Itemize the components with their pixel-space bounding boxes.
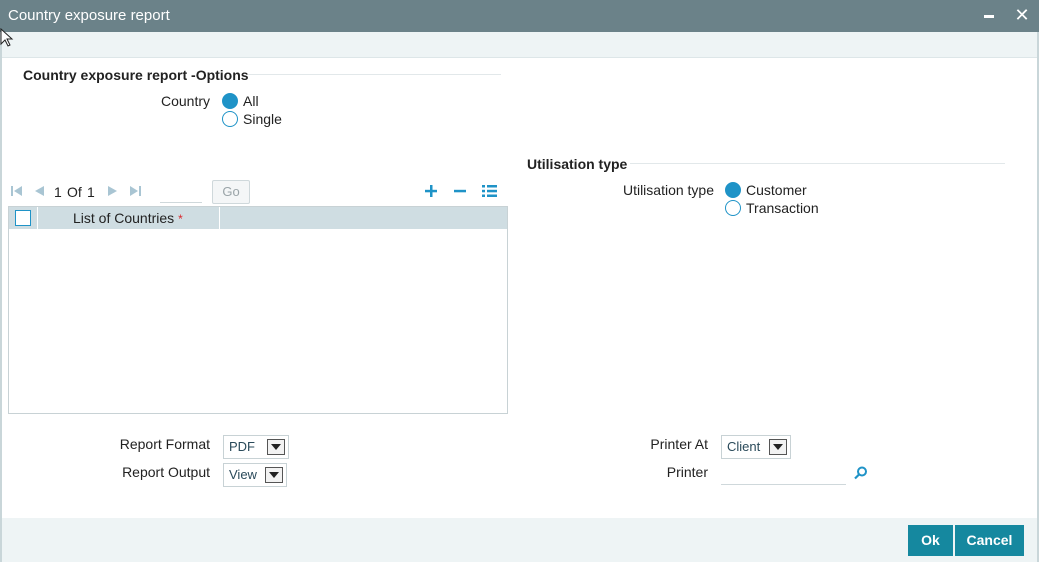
title-bar: Country exposure report ✕ (0, 0, 1039, 32)
previous-page-icon[interactable] (33, 185, 45, 200)
search-icon[interactable] (854, 466, 868, 480)
list-of-countries-label: List of Countries (73, 210, 175, 226)
printer-label: Printer (666, 464, 708, 480)
printer-at-label: Printer At (650, 436, 708, 452)
report-format-label: Report Format (119, 436, 210, 452)
toolbar-strip (0, 32, 1039, 58)
printer-at-select[interactable]: Client (721, 435, 791, 459)
printer-input[interactable] (721, 464, 846, 485)
close-button[interactable]: ✕ (1013, 5, 1031, 25)
pager-current: 1 (54, 184, 62, 200)
report-format-select[interactable]: PDF (223, 435, 289, 459)
utilisation-section-divider (630, 163, 1005, 164)
go-button[interactable]: Go (212, 180, 250, 204)
pager-of-label: Of (67, 184, 82, 200)
first-page-icon[interactable] (11, 185, 23, 200)
printer-at-value: Client (727, 439, 761, 454)
report-output-select[interactable]: View (223, 463, 287, 487)
window-title: Country exposure report (8, 7, 170, 24)
grid-header: List of Countries * (9, 207, 507, 229)
chevron-down-icon (265, 467, 283, 483)
page-number-input[interactable] (160, 182, 202, 203)
utilisation-transaction-label[interactable]: Transaction (746, 200, 819, 216)
chevron-down-icon (267, 439, 285, 455)
countries-grid: List of Countries * (8, 206, 508, 414)
pager-total: 1 (87, 184, 95, 200)
utilisation-customer-label[interactable]: Customer (746, 182, 807, 198)
list-view-icon[interactable] (482, 182, 497, 203)
country-label: Country (160, 93, 210, 109)
add-row-icon[interactable] (424, 182, 438, 203)
mouse-cursor-icon (0, 27, 14, 51)
country-all-label[interactable]: All (243, 93, 259, 109)
grid-column-divider (219, 207, 220, 229)
chevron-down-icon (769, 439, 787, 455)
options-section-divider (248, 74, 501, 75)
grid-column-header[interactable]: List of Countries * (73, 210, 183, 226)
required-marker: * (178, 212, 183, 226)
grid-column-divider (37, 207, 38, 229)
utilisation-customer-radio[interactable] (725, 182, 741, 198)
cancel-button[interactable]: Cancel (955, 525, 1024, 556)
report-output-value: View (229, 467, 257, 482)
country-single-radio[interactable] (222, 111, 238, 127)
country-all-radio[interactable] (222, 93, 238, 109)
utilisation-transaction-radio[interactable] (725, 200, 741, 216)
last-page-icon[interactable] (129, 185, 141, 200)
dialog-footer (2, 518, 1037, 562)
report-output-label: Report Output (122, 464, 210, 480)
utilisation-type-label: Utilisation type (622, 182, 714, 198)
country-single-label[interactable]: Single (243, 111, 282, 127)
minimize-button[interactable] (980, 5, 998, 25)
next-page-icon[interactable] (107, 185, 119, 200)
frame-border-left (0, 32, 2, 562)
utilisation-section-title: Utilisation type (527, 156, 628, 172)
select-all-checkbox[interactable] (15, 210, 31, 226)
ok-button[interactable]: Ok (908, 525, 953, 556)
options-section-title: Country exposure report -Options (23, 67, 249, 83)
report-format-value: PDF (229, 439, 255, 454)
delete-row-icon[interactable] (453, 182, 467, 203)
